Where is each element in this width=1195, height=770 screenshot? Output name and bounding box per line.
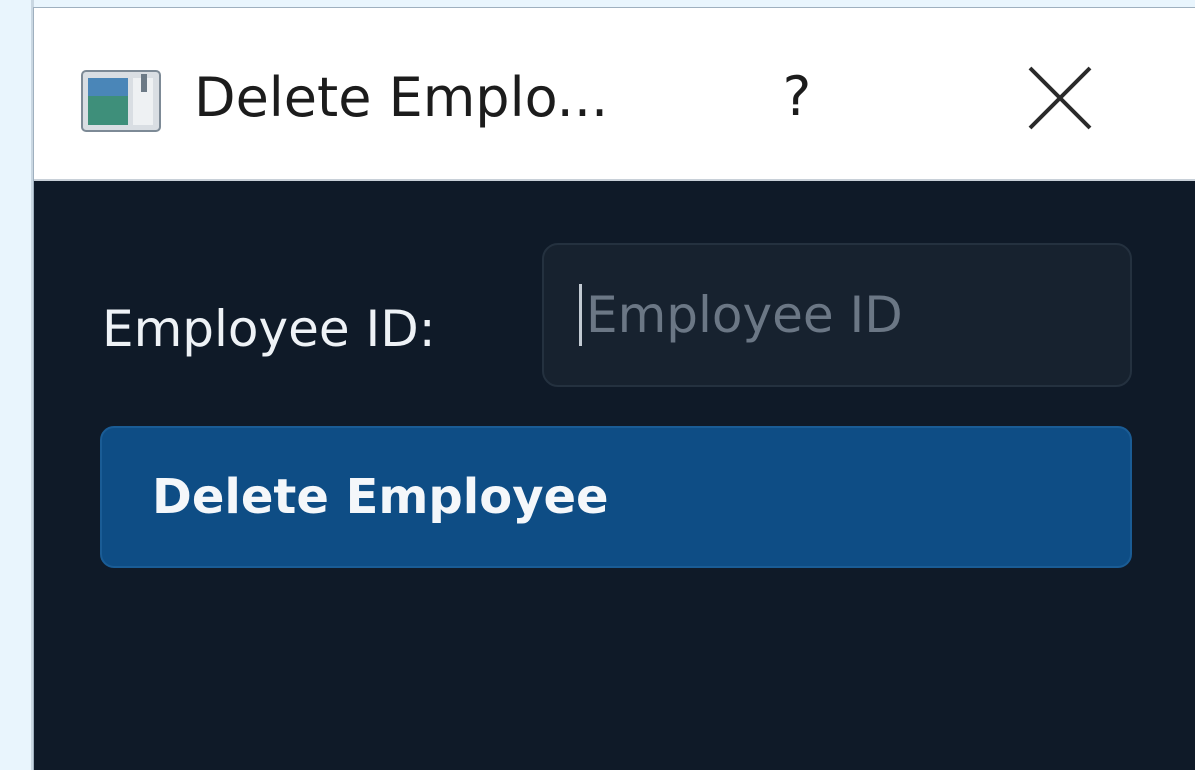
delete-employee-button[interactable]: Delete Employee [100,426,1132,568]
desktop-background [0,0,34,770]
dialog-content: Employee ID: Delete Employee [34,181,1195,770]
app-window-icon [81,70,161,132]
employee-id-label: Employee ID: [102,300,436,358]
close-icon[interactable] [1020,58,1100,138]
employee-id-input[interactable] [542,243,1132,387]
delete-employee-dialog: Delete Emplo... ? Employee ID: Delete Em… [34,8,1195,770]
title-bar[interactable]: Delete Emplo... ? [34,8,1195,181]
help-button[interactable]: ? [764,48,830,144]
window-title: Delete Emplo... [194,66,609,129]
text-cursor [579,284,582,346]
